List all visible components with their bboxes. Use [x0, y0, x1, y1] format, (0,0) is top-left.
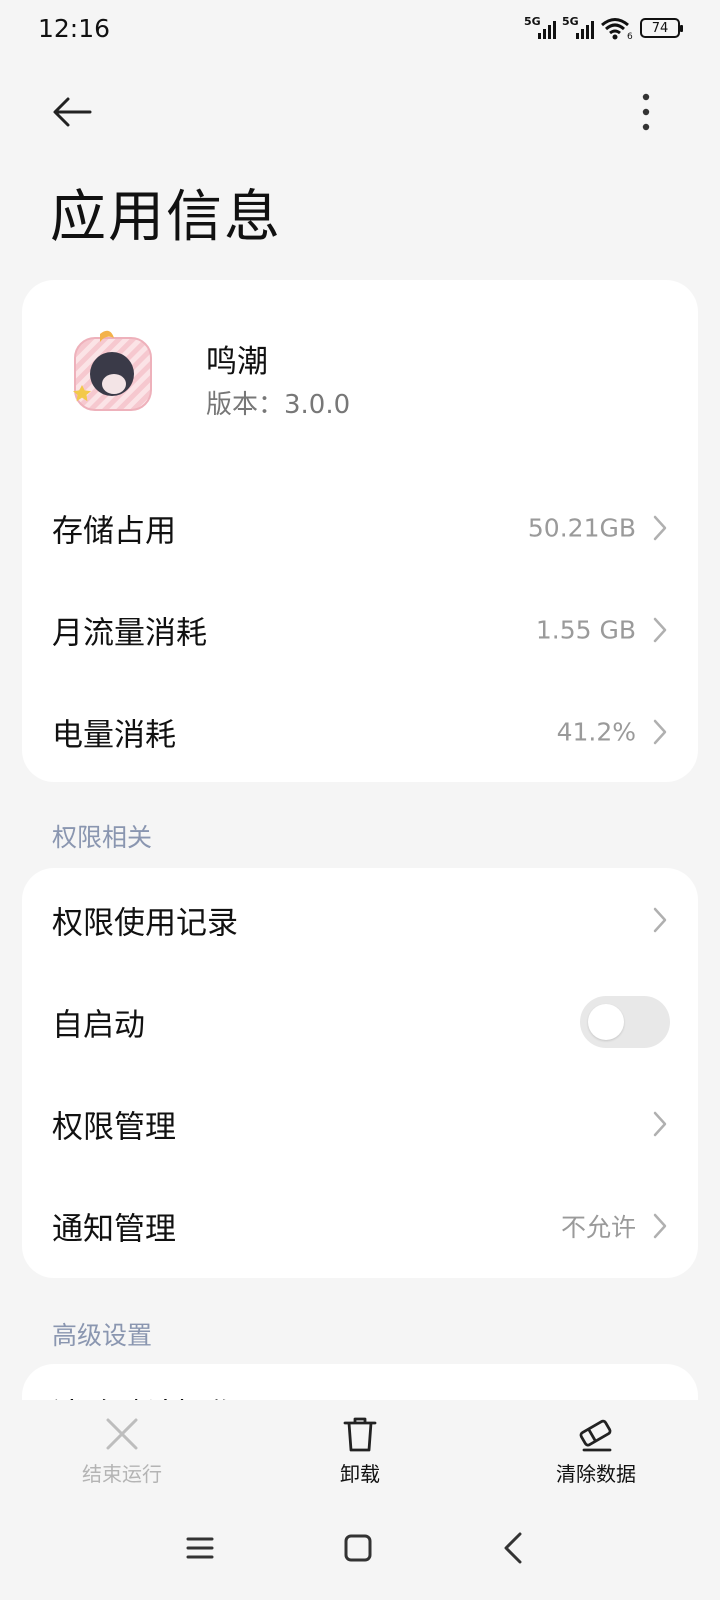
app-info-card: 鸣潮 版本：3.0.0 存储占用 50.21GB 月流量消耗 1.55 GB 电…	[22, 280, 698, 782]
data-usage-row[interactable]: 月流量消耗 1.55 GB	[22, 580, 698, 680]
nav-menu-button[interactable]	[180, 1528, 220, 1568]
more-vertical-icon	[642, 93, 650, 131]
force-stop-label: 结束运行	[82, 1462, 162, 1486]
storage-row[interactable]: 存储占用 50.21GB	[22, 478, 698, 578]
autostart-toggle[interactable]	[580, 996, 670, 1048]
permissions-card: 权限使用记录 自启动 权限管理 通知管理 不允许	[22, 868, 698, 1278]
status-icons: 5G 5G 6 74	[524, 15, 683, 40]
app-icon[interactable]	[70, 328, 156, 414]
battery-level: 74	[651, 20, 669, 36]
row-label: 自启动	[52, 1007, 145, 1044]
row-label: 月流量消耗	[52, 615, 207, 652]
trash-icon	[343, 1417, 377, 1452]
signal-icon: 5G	[562, 15, 594, 39]
chevron-right-icon	[653, 1213, 667, 1239]
more-options-button[interactable]	[622, 88, 670, 136]
eraser-icon	[579, 1419, 612, 1452]
wifi-label: 6	[627, 32, 633, 40]
chevron-right-icon	[653, 515, 667, 541]
home-square-icon	[344, 1534, 372, 1562]
section-header-advanced: 高级设置	[52, 1321, 153, 1350]
row-label: 权限使用记录	[52, 905, 238, 942]
arrow-left-icon	[53, 97, 92, 127]
row-label: 通知管理	[52, 1211, 176, 1248]
app-version: 版本：3.0.0	[206, 390, 351, 420]
battery-icon: 74	[640, 18, 683, 38]
chevron-right-icon	[653, 719, 667, 745]
close-icon	[106, 1418, 138, 1450]
row-label: 存储占用	[52, 513, 176, 550]
status-time: 12:16	[38, 14, 111, 43]
chevron-right-icon	[653, 1111, 667, 1137]
notification-management-row[interactable]: 通知管理 不允许	[22, 1176, 698, 1276]
permission-history-row[interactable]: 权限使用记录	[22, 870, 698, 970]
chevron-right-icon	[653, 907, 667, 933]
wifi-icon: 6	[601, 18, 633, 40]
row-value: 1.55 GB	[535, 615, 636, 645]
system-navigation-bar	[0, 1500, 720, 1600]
signal-label: 5G	[524, 15, 541, 28]
force-stop-button[interactable]: 结束运行	[42, 1414, 202, 1494]
back-button[interactable]	[48, 88, 96, 136]
row-label: 电量消耗	[52, 717, 176, 754]
signal-icon: 5G	[524, 15, 556, 39]
battery-usage-row[interactable]: 电量消耗 41.2%	[22, 682, 698, 782]
menu-icon	[186, 1537, 214, 1559]
chevron-left-icon	[504, 1532, 522, 1564]
row-value: 41.2%	[556, 717, 636, 747]
row-label: 权限管理	[52, 1109, 176, 1146]
nav-back-button[interactable]	[494, 1528, 534, 1568]
permission-management-row[interactable]: 权限管理	[22, 1074, 698, 1174]
nav-home-button[interactable]	[338, 1528, 378, 1568]
toggle-knob	[588, 1004, 624, 1040]
clear-data-label: 清除数据	[556, 1462, 636, 1486]
uninstall-button[interactable]: 卸载	[280, 1414, 440, 1494]
section-header-permissions: 权限相关	[52, 823, 153, 852]
autostart-row: 自启动	[22, 972, 698, 1072]
uninstall-label: 卸载	[340, 1462, 380, 1486]
chevron-right-icon	[653, 617, 667, 643]
status-bar: 12:16 5G 5G 6 74	[0, 0, 720, 60]
page-title: 应用信息	[50, 185, 282, 250]
row-value: 不允许	[560, 1213, 636, 1242]
app-name: 鸣潮	[206, 344, 268, 380]
signal-label: 5G	[562, 15, 579, 28]
row-value: 50.21GB	[527, 513, 636, 543]
clear-data-button[interactable]: 清除数据	[516, 1414, 676, 1494]
